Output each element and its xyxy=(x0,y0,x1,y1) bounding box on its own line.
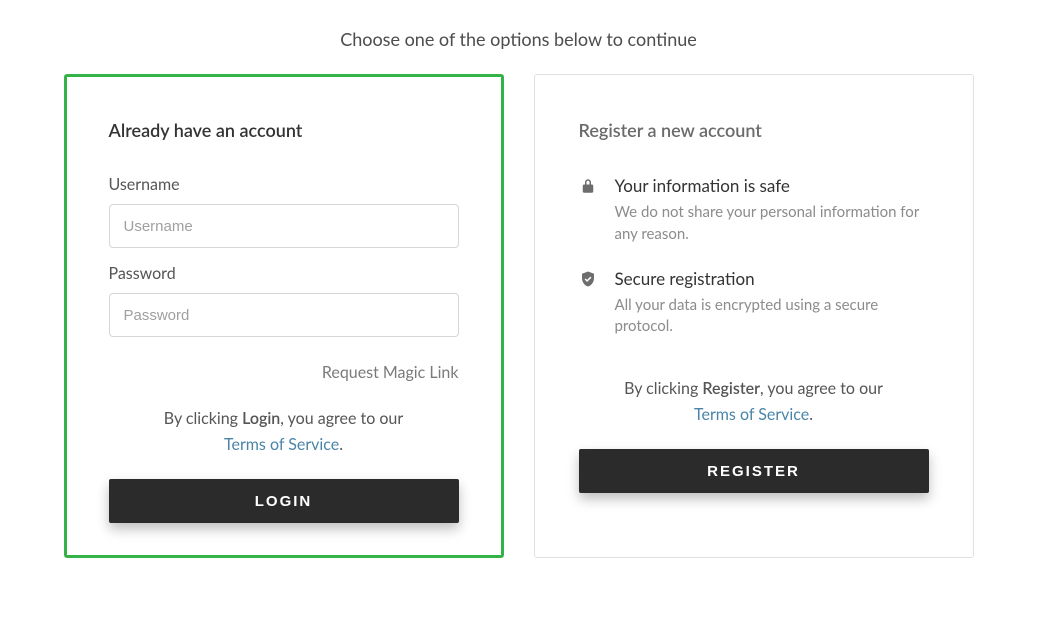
password-input[interactable] xyxy=(109,293,459,337)
register-button[interactable]: REGISTER xyxy=(579,449,929,493)
username-input[interactable] xyxy=(109,204,459,248)
login-heading: Already have an account xyxy=(109,119,459,141)
cards-row: Already have an account Username Passwor… xyxy=(19,74,1019,558)
register-card: Register a new account Your information … xyxy=(534,74,974,558)
shield-check-icon xyxy=(579,270,597,339)
info-safe-title: Your information is safe xyxy=(615,175,929,196)
login-agree-text: By clicking Login, you agree to our Term… xyxy=(109,406,459,457)
register-agree-text: By clicking Register, you agree to our T… xyxy=(579,376,929,427)
login-card: Already have an account Username Passwor… xyxy=(64,74,504,558)
login-tos-link[interactable]: Terms of Service xyxy=(224,435,339,454)
login-agree-prefix: By clicking xyxy=(164,409,242,428)
page-subtitle: Choose one of the options below to conti… xyxy=(19,28,1019,50)
register-agree-suffix: , you agree to our xyxy=(760,379,883,398)
login-agree-action: Login xyxy=(242,409,280,428)
username-label: Username xyxy=(109,175,459,194)
register-heading: Register a new account xyxy=(579,119,929,141)
register-tos-link[interactable]: Terms of Service xyxy=(694,405,809,424)
register-agree-prefix: By clicking xyxy=(624,379,702,398)
info-safe-row: Your information is safe We do not share… xyxy=(579,175,929,246)
lock-icon xyxy=(579,177,597,246)
register-agree-action: Register xyxy=(702,379,760,398)
magic-link[interactable]: Request Magic Link xyxy=(322,363,459,382)
password-label: Password xyxy=(109,264,459,283)
login-agree-suffix: , you agree to our xyxy=(280,409,403,428)
info-secure-desc: All your data is encrypted using a secur… xyxy=(615,295,929,339)
info-secure-row: Secure registration All your data is enc… xyxy=(579,268,929,339)
info-secure-title: Secure registration xyxy=(615,268,929,289)
login-button[interactable]: LOGIN xyxy=(109,479,459,523)
info-safe-desc: We do not share your personal informatio… xyxy=(615,202,929,246)
